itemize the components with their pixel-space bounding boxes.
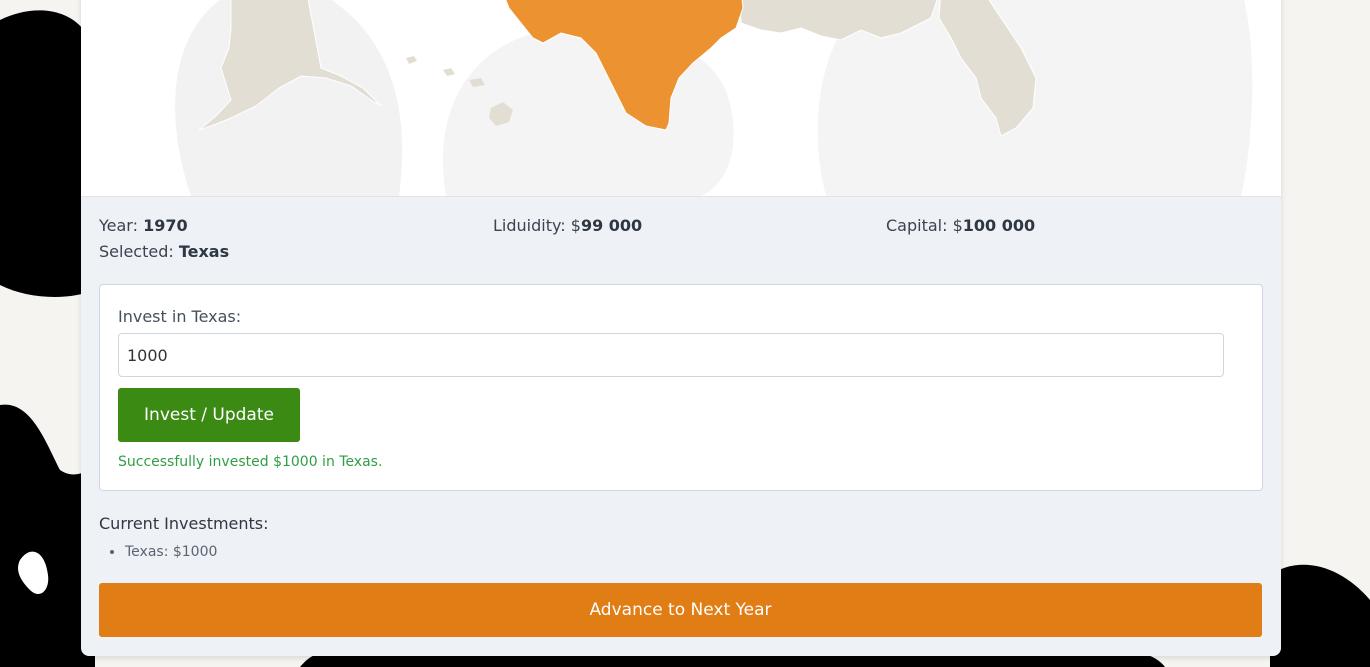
hawaii-island-2 <box>443 68 455 76</box>
capital-value: 100 000 <box>962 216 1036 235</box>
capital-stat: Capital: $100 000 <box>886 216 1035 235</box>
year-value: 1970 <box>143 216 188 235</box>
current-investments-title: Current Investments: <box>99 514 269 533</box>
liquidity-label: Liduidity: $ <box>493 216 581 235</box>
list-item: Texas: $1000 <box>125 544 217 560</box>
year-stat: Year: 1970 <box>99 216 188 235</box>
background-blob-right-bottom <box>1270 564 1370 667</box>
invest-amount-input[interactable] <box>118 333 1224 377</box>
selected-stat: Selected: Texas <box>99 242 229 261</box>
liquidity-stat: Liduidity: $99 000 <box>493 216 642 235</box>
selected-label: Selected: <box>99 242 179 261</box>
selected-value: Texas <box>178 242 230 261</box>
liquidity-value: 99 000 <box>580 216 643 235</box>
advance-next-year-button[interactable]: Advance to Next Year <box>99 583 1262 637</box>
game-card: Year: 1970 Liduidity: $99 000 Capital: $… <box>81 0 1281 656</box>
us-map-svg <box>175 0 1253 196</box>
capital-label: Capital: $ <box>886 216 963 235</box>
invest-update-button[interactable]: Invest / Update <box>118 388 300 442</box>
invest-panel: Invest in Texas: Invest / Update Success… <box>99 284 1263 491</box>
hawaii-island-1 <box>406 56 417 64</box>
year-label: Year: <box>99 216 144 235</box>
investments-list: Texas: $1000 <box>107 544 217 560</box>
us-map <box>81 0 1281 197</box>
success-message: Successfully invested $1000 in Texas. <box>118 454 383 470</box>
invest-label: Invest in Texas: <box>118 307 242 326</box>
